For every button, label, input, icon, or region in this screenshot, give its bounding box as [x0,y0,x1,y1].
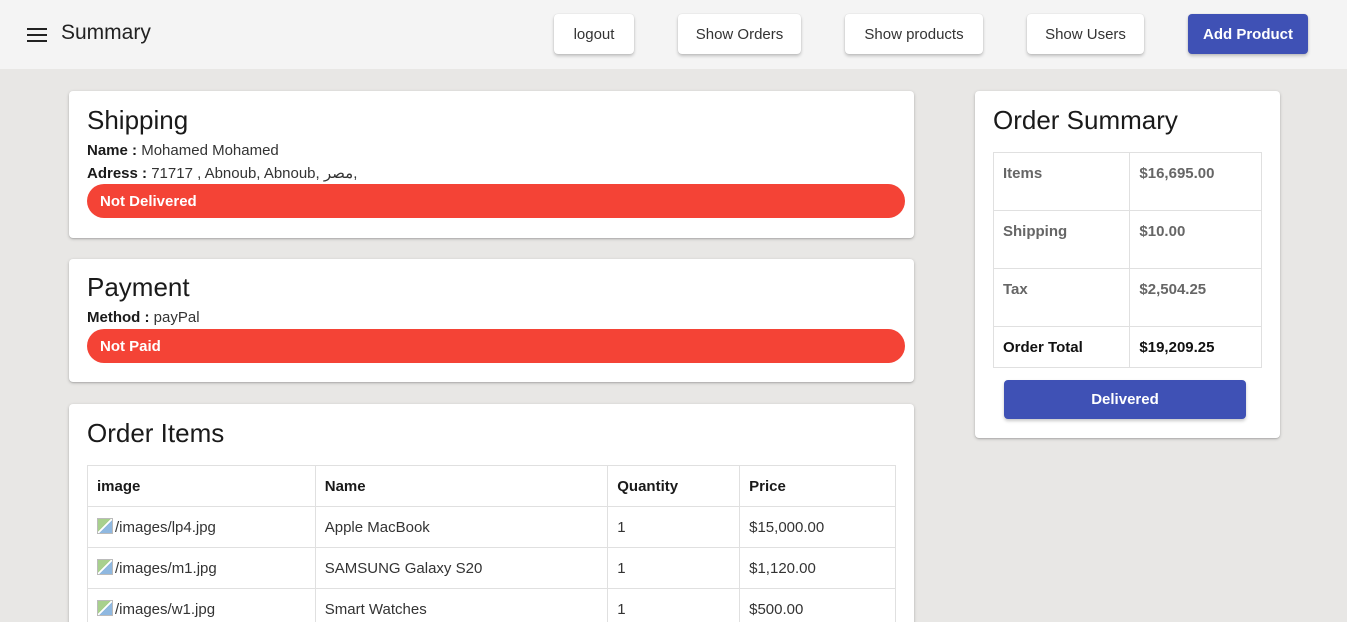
table-row: /images/w1.jpg Smart Watches 1 $500.00 [87,588,896,622]
logout-button[interactable]: logout [554,14,634,54]
column-header-price: Price [739,465,896,507]
shipping-name: Name : Mohamed Mohamed [87,142,279,159]
summary-label: Tax [992,268,1131,327]
payment-title: Payment [87,272,190,302]
order-summary-title: Order Summary [993,105,1178,135]
summary-value: $16,695.00 [1129,152,1262,211]
item-name: Smart Watches [314,588,609,622]
order-summary-table: Items $16,695.00 Shipping $10.00 Tax $2,… [992,152,1262,368]
item-quantity: 1 [607,588,741,622]
address-label: Adress : [87,165,148,182]
image-alt-text: /images/lp4.jpg [115,519,216,536]
item-image-cell: /images/m1.jpg [87,547,316,589]
show-products-button[interactable]: Show products [845,14,983,54]
hamburger-menu-icon[interactable] [27,27,49,43]
name-value: Mohamed Mohamed [141,142,279,159]
page-title: Summary [61,21,151,44]
column-header-image: image [87,465,316,507]
method-label: Method : [87,309,150,326]
show-orders-button[interactable]: Show Orders [678,14,801,54]
address-value: 71717 , Abnoub, Abnoub, مصر, [151,165,358,182]
item-price: $500.00 [739,588,896,622]
image-alt-text: /images/w1.jpg [115,601,216,618]
shipping-title: Shipping [87,105,189,135]
summary-row-order-total: Order Total $19,209.25 [992,326,1262,368]
item-quantity: 1 [607,506,741,548]
summary-row-tax: Tax $2,504.25 [992,268,1262,327]
order-summary-card: Order Summary Items $16,695.00 Shipping … [975,91,1280,438]
item-price: $1,120.00 [739,547,896,589]
summary-row-items: Items $16,695.00 [992,152,1262,211]
shipping-address: Adress : 71717 , Abnoub, Abnoub, مصر, [87,164,357,182]
payment-status-alert: Not Paid [87,329,905,363]
delivery-status-alert: Not Delivered [87,184,905,218]
summary-value: $10.00 [1129,210,1262,269]
broken-image-icon [97,600,113,616]
broken-image-icon [97,559,113,575]
item-name: SAMSUNG Galaxy S20 [314,547,609,589]
table-header-row: image Name Quantity Price [87,465,896,507]
order-items-title: Order Items [87,418,225,448]
shipping-card: Shipping Name : Mohamed Mohamed Adress :… [69,91,914,238]
app-bar: Summary logout Show Orders Show products… [0,0,1347,69]
column-header-quantity: Quantity [607,465,741,507]
summary-value: $19,209.25 [1129,326,1262,368]
item-image-cell: /images/w1.jpg [87,588,316,622]
method-value: payPal [153,309,200,326]
table-row: /images/lp4.jpg Apple MacBook 1 $15,000.… [87,506,896,548]
show-users-button[interactable]: Show Users [1027,14,1144,54]
summary-value: $2,504.25 [1129,268,1262,327]
payment-method: Method : payPal [87,309,200,326]
name-label: Name : [87,142,138,159]
delivered-button[interactable]: Delivered [1004,380,1246,419]
broken-image-icon [97,518,113,534]
image-alt-text: /images/m1.jpg [115,560,217,577]
item-name: Apple MacBook [314,506,609,548]
item-quantity: 1 [607,547,741,589]
summary-label: Order Total [992,326,1131,368]
item-price: $15,000.00 [739,506,896,548]
summary-row-shipping: Shipping $10.00 [992,210,1262,269]
summary-label: Shipping [992,210,1131,269]
add-product-button[interactable]: Add Product [1188,14,1308,54]
item-image-cell: /images/lp4.jpg [87,506,316,548]
order-items-card: Order Items image Name Quantity Price /i… [69,404,914,622]
summary-label: Items [992,152,1131,211]
table-row: /images/m1.jpg SAMSUNG Galaxy S20 1 $1,1… [87,547,896,589]
order-items-table: image Name Quantity Price /images/lp4.jp… [87,465,896,622]
payment-card: Payment Method : payPal Not Paid [69,259,914,382]
column-header-name: Name [314,465,609,507]
